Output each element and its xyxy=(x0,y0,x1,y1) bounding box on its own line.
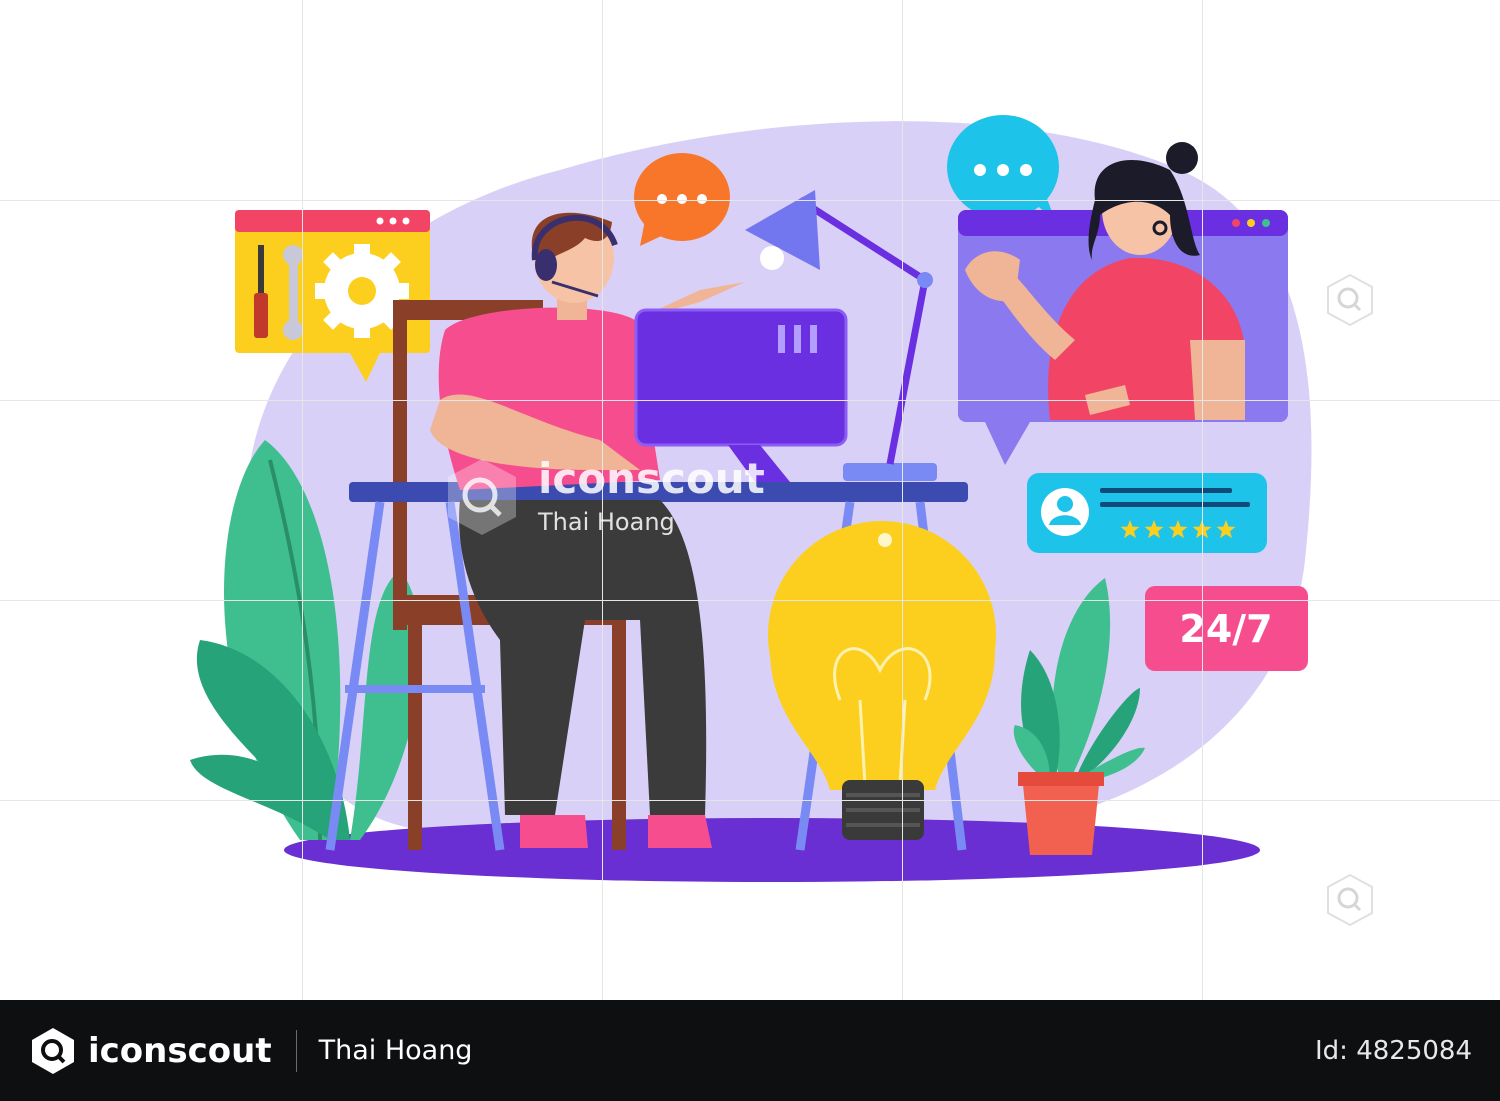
rating-card xyxy=(1027,473,1267,553)
watermark-grid-line xyxy=(0,800,1500,801)
footer-divider xyxy=(295,1029,297,1072)
footer-asset-id: Id: 4825084 xyxy=(1315,1035,1472,1066)
watermark-grid-line xyxy=(0,400,1500,401)
stage: 24/7 iconscout Thai Hoang iconscout Thai… xyxy=(0,0,1500,1101)
badge-24-7: 24/7 xyxy=(1145,586,1308,671)
floor-shadow xyxy=(284,818,1260,882)
watermark-grid-line xyxy=(902,0,903,1000)
badge-24-7-label: 24/7 xyxy=(1179,607,1272,651)
watermark-grid-line xyxy=(302,0,303,1000)
watermark-grid-line xyxy=(0,200,1500,201)
footer-brand[interactable]: iconscout xyxy=(88,1031,272,1071)
footer-bar: iconscout Thai Hoang Id: 4825084 xyxy=(0,1000,1500,1101)
watermark-logo-icon xyxy=(448,459,516,535)
footer-author[interactable]: Thai Hoang xyxy=(319,1035,473,1066)
iconscout-logo-icon[interactable] xyxy=(28,1026,78,1076)
watermark-grid-line xyxy=(1202,0,1203,1000)
watermark-center: iconscout Thai Hoang xyxy=(440,455,765,539)
watermark-author: Thai Hoang xyxy=(538,508,675,536)
watermark-logo-icon xyxy=(1327,873,1373,927)
watermark-logo-icon xyxy=(1327,273,1373,327)
watermark-brand: iconscout xyxy=(538,454,765,503)
watermark-grid-line xyxy=(0,600,1500,601)
